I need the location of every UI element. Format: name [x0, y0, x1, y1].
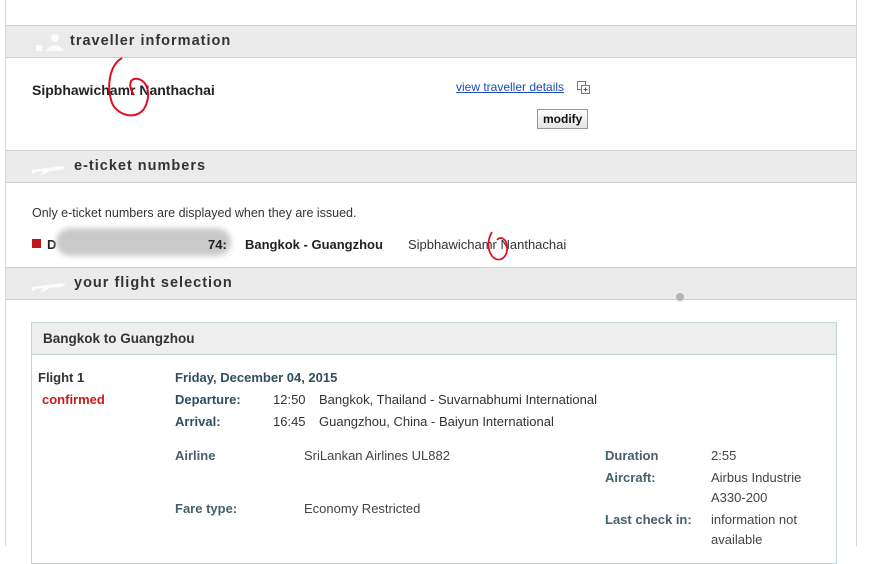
- flight-date: Friday, December 04, 2015: [175, 370, 338, 385]
- traveller-section-header: traveller information: [6, 25, 856, 58]
- departure-label: Departure:: [175, 392, 241, 407]
- ticket-number-suffix: 74:: [208, 237, 227, 252]
- duration-value: 2:55: [711, 448, 737, 463]
- flight-selection-section-header: your flight selection: [6, 267, 856, 300]
- ticket-bullet: [32, 239, 41, 248]
- traveller-section-title: traveller information: [70, 33, 232, 49]
- flight-box-title: Bangkok to Guangzhou: [43, 331, 195, 346]
- booking-panel: traveller information Sipbhawichamr Nant…: [5, 0, 857, 564]
- traveller-first-name: Sipbhawichamr: [32, 82, 136, 98]
- departure-place: Bangkok, Thailand - Suvarnabhumi Interna…: [319, 392, 597, 407]
- eticket-section-title: e-ticket numbers: [74, 158, 207, 174]
- airplane-icon: [32, 283, 66, 292]
- aircraft-value-line1: Airbus Industrie: [711, 470, 802, 485]
- flight-number-label: Flight 1: [38, 370, 85, 385]
- modify-button[interactable]: modify: [537, 109, 589, 129]
- flight-selection-section-title: your flight selection: [74, 275, 233, 291]
- eticket-section-header: e-ticket numbers: [6, 150, 856, 183]
- cursor-dot: [676, 293, 684, 301]
- last-check-in-value-line1: information not: [711, 512, 797, 527]
- fare-type-label: Fare type:: [175, 501, 238, 516]
- flight-box-header: Bangkok to Guangzhou: [32, 323, 836, 355]
- flight-segment-box: Bangkok to Guangzhou Flight 1 confirmed …: [31, 322, 837, 564]
- redacted-ticket-number: [56, 228, 231, 256]
- fare-type-value: Economy Restricted: [304, 501, 421, 516]
- aircraft-label: Aircraft:: [605, 470, 656, 485]
- ticket-number-prefix: D: [47, 237, 57, 252]
- person-icon: [36, 34, 64, 51]
- airplane-icon: [32, 166, 66, 175]
- ticket-passenger: Sipbhawichamr Nanthachai: [408, 237, 567, 252]
- arrival-place: Guangzhou, China - Baiyun International: [319, 414, 554, 429]
- traveller-name: Sipbhawichamr Nanthachai: [32, 82, 215, 98]
- aircraft-value-line2: A330-200: [711, 490, 768, 505]
- last-check-in-value-line2: available: [711, 532, 763, 547]
- airline-value: SriLankan Airlines UL882: [304, 448, 450, 463]
- departure-time: 12:50: [273, 392, 306, 407]
- last-check-in-label: Last check in:: [605, 512, 692, 527]
- airline-label: Airline: [175, 448, 216, 463]
- flight-status: confirmed: [42, 392, 105, 407]
- duration-label: Duration: [605, 448, 659, 463]
- arrival-time: 16:45: [273, 414, 306, 429]
- popup-window-icon[interactable]: [577, 81, 591, 95]
- arrival-label: Arrival:: [175, 414, 221, 429]
- ticket-route: Bangkok - Guangzhou: [245, 237, 383, 252]
- traveller-last-name: Nanthachai: [139, 82, 215, 98]
- eticket-note: Only e-ticket numbers are displayed when…: [32, 206, 357, 220]
- view-traveller-details-link[interactable]: view traveller details: [456, 80, 564, 94]
